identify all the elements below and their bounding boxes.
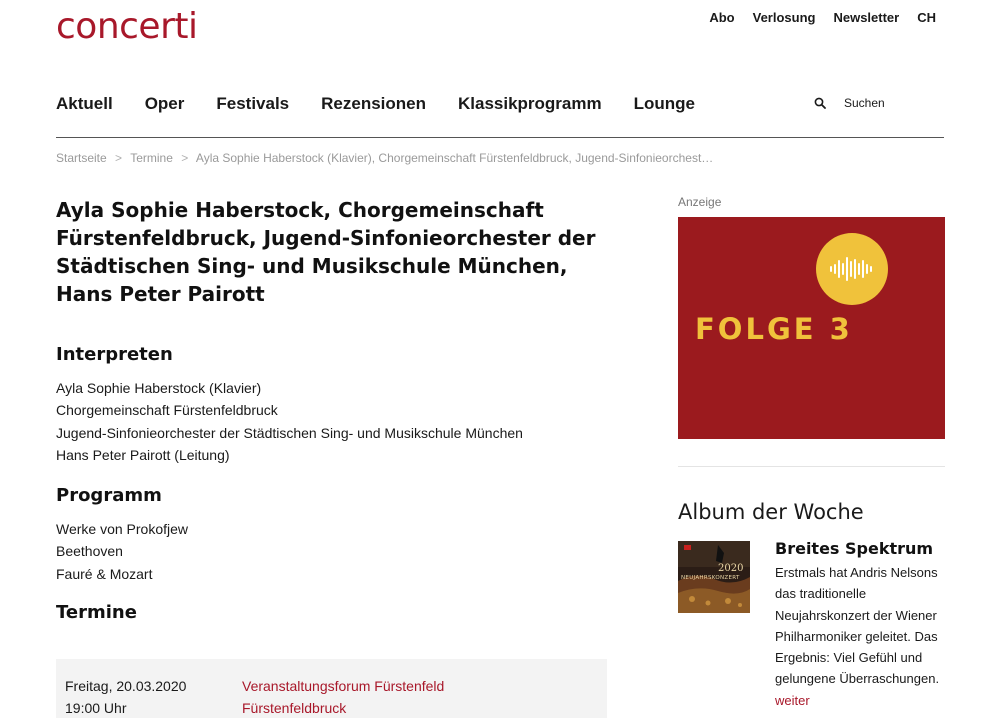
search-label: Suchen <box>844 96 885 110</box>
breadcrumb-home[interactable]: Startseite <box>56 151 107 165</box>
top-nav: Abo Verlosung Newsletter CH <box>709 10 936 25</box>
interpreten-heading: Interpreten <box>56 344 173 365</box>
nav-festivals[interactable]: Festivals <box>216 94 289 114</box>
termin-venue-link[interactable]: Veranstaltungsforum Fürstenfeld Fürstenf… <box>242 675 444 718</box>
breadcrumb-separator: > <box>115 151 123 165</box>
title-line: Hans Peter Pairott <box>56 282 265 306</box>
title-line: Städtischen Sing- und Musikschule Münche… <box>56 254 568 278</box>
termin-date: Freitag, 20.03.2020 <box>65 678 187 694</box>
album-description: Erstmals hat Andris Nelsons das traditio… <box>775 565 940 687</box>
event-article: Ayla Sophie Haberstock, Chorgemeinschaft… <box>56 196 616 623</box>
page-title: Ayla Sophie Haberstock, Chorgemeinschaft… <box>56 196 616 308</box>
termine-row: Freitag, 20.03.2020 19:00 Uhr Veranstalt… <box>56 659 607 718</box>
nav-aktuell[interactable]: Aktuell <box>56 94 113 114</box>
list-item: Werke von Prokofjew <box>56 521 189 538</box>
programm-heading: Programm <box>56 485 162 507</box>
title-line: Ayla Sophie Haberstock, Chorgemeinschaft <box>56 198 544 222</box>
list-item: Jugend-Sinfonieorchester der Städtischen… <box>56 424 523 441</box>
termin-city[interactable]: Fürstenfeldbruck <box>242 697 444 718</box>
album-of-week-heading: Album der Woche <box>678 500 864 524</box>
site-logo[interactable]: concerti <box>56 6 198 47</box>
topnav-verlosung[interactable]: Verlosung <box>753 10 816 25</box>
main-nav: Aktuell Oper Festivals Rezensionen Klass… <box>56 94 695 114</box>
ad-label: Anzeige <box>678 195 722 209</box>
search-button[interactable]: Suchen <box>814 96 885 110</box>
breadcrumb-separator: > <box>181 151 189 165</box>
audio-wave-icon <box>816 233 888 305</box>
album-cover-title: NEUJAHRSKONZERT <box>681 575 740 581</box>
breadcrumb-current: Ayla Sophie Haberstock (Klavier), Chorge… <box>195 151 714 165</box>
termine-heading: Termine <box>56 602 137 624</box>
list-item: Hans Peter Pairott (Leitung) <box>56 446 230 463</box>
sidebar-divider <box>678 466 945 467</box>
nav-rezensionen[interactable]: Rezensionen <box>321 94 426 114</box>
nav-oper[interactable]: Oper <box>145 94 185 114</box>
termin-time: 19:00 Uhr <box>65 700 127 716</box>
podcast-ad-banner[interactable]: FOLGE 3 <box>678 217 945 439</box>
topnav-newsletter[interactable]: Newsletter <box>833 10 899 25</box>
topnav-country-ch[interactable]: CH <box>917 10 936 25</box>
ad-headline: FOLGE 3 <box>695 312 853 346</box>
termin-venue[interactable]: Veranstaltungsforum Fürstenfeld <box>242 675 444 697</box>
album-cover-year: 2020 <box>718 563 744 574</box>
breadcrumb: Startseite > Termine > Ayla Sophie Haber… <box>56 151 713 165</box>
programm-list: Werke von Prokofjew Beethoven Fauré & Mo… <box>56 518 616 585</box>
album-cover-image[interactable]: 2020 NEUJAHRSKONZERT <box>678 541 750 613</box>
nav-klassikprogramm[interactable]: Klassikprogramm <box>458 94 602 114</box>
list-item: Ayla Sophie Haberstock (Klavier) <box>56 380 262 396</box>
list-item: Chorgemeinschaft Fürstenfeldbruck <box>56 402 278 419</box>
nav-lounge[interactable]: Lounge <box>634 94 695 114</box>
termin-datetime: Freitag, 20.03.2020 19:00 Uhr <box>65 675 186 718</box>
nav-divider <box>56 137 944 138</box>
title-line: Fürstenfeldbruck, Jugend-Sinfonieorchest… <box>56 226 596 250</box>
list-item: Beethoven <box>56 543 123 560</box>
album-teaser: Erstmals hat Andris Nelsons das traditio… <box>775 562 947 711</box>
album-title[interactable]: Breites Spektrum <box>775 539 933 558</box>
search-icon <box>814 97 826 109</box>
list-item: Fauré & Mozart <box>56 565 153 582</box>
breadcrumb-termine[interactable]: Termine <box>130 151 173 165</box>
interpreten-list: Ayla Sophie Haberstock (Klavier) Chorgem… <box>56 377 616 466</box>
topnav-abo[interactable]: Abo <box>709 10 734 25</box>
album-more-link[interactable]: weiter <box>775 693 810 708</box>
